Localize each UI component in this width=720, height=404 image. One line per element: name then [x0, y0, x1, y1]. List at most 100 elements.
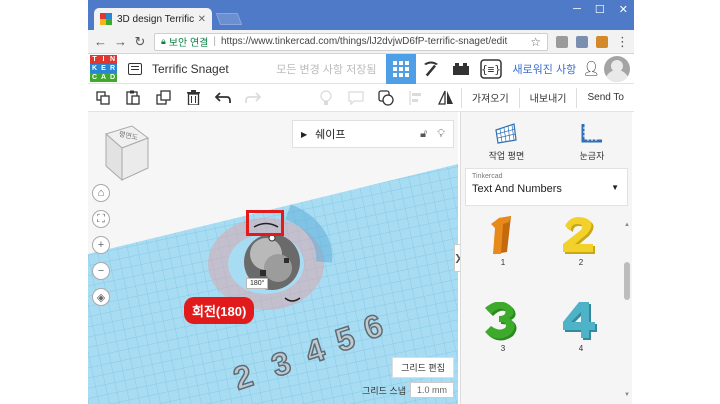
extension-icon[interactable] [556, 35, 568, 48]
shapes-panel-title: 쉐이프 [315, 129, 346, 141]
group-button[interactable] [371, 84, 401, 112]
shape-label: 3 [500, 344, 506, 353]
3d-workplane[interactable]: 2 3 4 5 6 평면도 ⌂ ⛶ + − ◈ ▶ 쉐이프 🔓︎ 💡︎ 180°… [88, 112, 458, 404]
shape-inspector-panel[interactable]: ▶ 쉐이프 🔓︎ 💡︎ [292, 120, 454, 148]
logo-letter: T [90, 54, 99, 64]
tab-title: 3D design Terrific Snage [117, 13, 194, 25]
undo-arrow-icon [215, 91, 231, 103]
undo-button[interactable] [208, 84, 238, 112]
shape-item-2[interactable]: 2 [541, 216, 621, 267]
shape-label: 2 [578, 258, 584, 267]
fit-view-icon[interactable]: ⛶ [92, 210, 110, 228]
window-close-icon[interactable]: ✕ [619, 3, 628, 16]
codeblocks-view-button[interactable]: {≡} [476, 54, 506, 84]
dropdown-caret-icon: ▼ [611, 183, 619, 192]
paste-button[interactable] [118, 84, 148, 112]
logo-letter: E [99, 63, 108, 73]
align-button[interactable] [401, 84, 431, 112]
export-button[interactable]: 내보내기 [518, 87, 577, 108]
number-1-shape-icon [491, 216, 511, 254]
workplane-icon [495, 123, 518, 144]
reload-icon[interactable]: ↻ [134, 34, 146, 50]
rotation-callout: 회전(180) [184, 297, 255, 324]
minecraft-view-button[interactable] [416, 54, 446, 84]
paste-icon [126, 90, 140, 105]
view-cube[interactable]: 평면도 [102, 124, 150, 182]
zoom-out-icon[interactable]: − [92, 262, 110, 280]
whats-new-link[interactable]: 새로워진 사항 [512, 61, 576, 77]
grid-snap-select[interactable]: 1.0 mm [409, 382, 454, 398]
app-header: T I N K E R C A D Terrific Snaget 모든 변경 … [88, 53, 634, 84]
lightbulb-icon [320, 89, 332, 105]
zoom-in-icon[interactable]: + [92, 236, 110, 254]
ruler-icon [581, 124, 602, 143]
duplicate-button[interactable] [148, 84, 178, 112]
rotation-angle-readout: 180° [246, 278, 269, 289]
mirror-icon [437, 90, 453, 105]
maximize-icon[interactable]: ☐ [595, 3, 605, 16]
shape-item-3[interactable]: 3 [463, 301, 543, 353]
url-separator: | [213, 36, 216, 47]
browser-address-bar: ← → ↻ 🔒︎ 보안 연결 | https://www.tinkercad.c… [88, 30, 634, 54]
browser-tab[interactable]: 3D design Terrific Snage ✕ [94, 8, 212, 30]
logo-letter: I [99, 54, 108, 64]
url-text: https://www.tinkercad.com/things/lJ2dvjw… [221, 36, 508, 47]
shape-item-1[interactable]: 1 [463, 216, 543, 267]
bookmark-star-icon[interactable]: ☆ [530, 35, 541, 49]
align-icon [409, 90, 421, 105]
workplane-tool[interactable]: 작업 평면 [489, 122, 524, 164]
expand-arrow-icon[interactable]: ▶ [301, 130, 307, 139]
back-icon[interactable]: ← [94, 34, 107, 49]
minimize-icon[interactable]: ─ [573, 3, 581, 16]
edit-grid-button[interactable]: 그리드 편집 [392, 357, 454, 378]
number-2-shape-icon [563, 217, 595, 254]
comment-button[interactable] [341, 84, 371, 112]
mirror-button[interactable] [431, 84, 461, 112]
extension-icon[interactable] [576, 35, 588, 48]
delete-button[interactable] [178, 84, 208, 112]
window-controls: ─ ☐ ✕ [573, 3, 628, 16]
url-field[interactable]: 🔒︎ 보안 연결 | https://www.tinkercad.com/thi… [154, 32, 548, 51]
forward-icon[interactable]: → [114, 34, 127, 49]
shape-label: 1 [500, 258, 506, 267]
scroll-down-icon[interactable]: ▼ [624, 392, 630, 398]
pickaxe-icon [424, 61, 439, 76]
ruler-tool[interactable]: 눈금자 [579, 122, 605, 164]
logo-letter: D [108, 72, 117, 82]
tinkercad-logo[interactable]: T I N K E R C A D [90, 54, 118, 83]
extension-icon[interactable] [596, 35, 608, 48]
tab-close-icon[interactable]: ✕ [198, 14, 206, 25]
3d-view-button[interactable] [386, 53, 417, 84]
grid-view-icon [393, 60, 410, 77]
import-button[interactable]: 가져오기 [460, 87, 519, 108]
number-4-shape-icon [563, 302, 597, 340]
home-view-icon[interactable]: ⌂ [92, 184, 110, 202]
design-name[interactable]: Terrific Snaget [152, 62, 229, 76]
add-user-icon[interactable]: 👤︎ [582, 60, 600, 77]
scroll-thumb[interactable] [624, 262, 630, 300]
copy-icon [96, 90, 110, 105]
library-name: Text And Numbers [472, 183, 562, 195]
perspective-icon[interactable]: ◈ [92, 288, 110, 306]
new-tab-button[interactable] [215, 13, 243, 25]
note-button[interactable] [311, 84, 341, 112]
redo-button[interactable] [238, 84, 268, 112]
lightbulb-icon[interactable]: 💡︎ [437, 128, 445, 141]
scroll-up-icon[interactable]: ▲ [624, 222, 630, 228]
library-source: Tinkercad [472, 173, 503, 180]
lego-view-button[interactable] [446, 54, 476, 84]
speech-bubble-icon [348, 90, 364, 105]
shape-library-select[interactable]: Tinkercad Text And Numbers ▼ [465, 168, 628, 206]
send-to-button[interactable]: Send To [576, 87, 634, 108]
copy-button[interactable] [88, 84, 118, 112]
avatar[interactable] [604, 55, 630, 82]
browser-menu-icon[interactable]: ⋮ [616, 34, 629, 50]
shape-item-4[interactable]: 4 [541, 302, 621, 353]
shapes-library-panel: 작업 평면 눈금자 Tinkercad Text And Numbers ▼ 1… [460, 112, 632, 404]
duplicate-icon [155, 90, 171, 105]
group-shapes-icon [378, 89, 394, 106]
ruler-label: 눈금자 [579, 151, 605, 161]
shapes-scrollbar[interactable]: ▲ ▼ [624, 222, 630, 398]
unlock-icon[interactable]: 🔓︎ [420, 128, 427, 141]
design-list-icon[interactable] [128, 62, 142, 75]
